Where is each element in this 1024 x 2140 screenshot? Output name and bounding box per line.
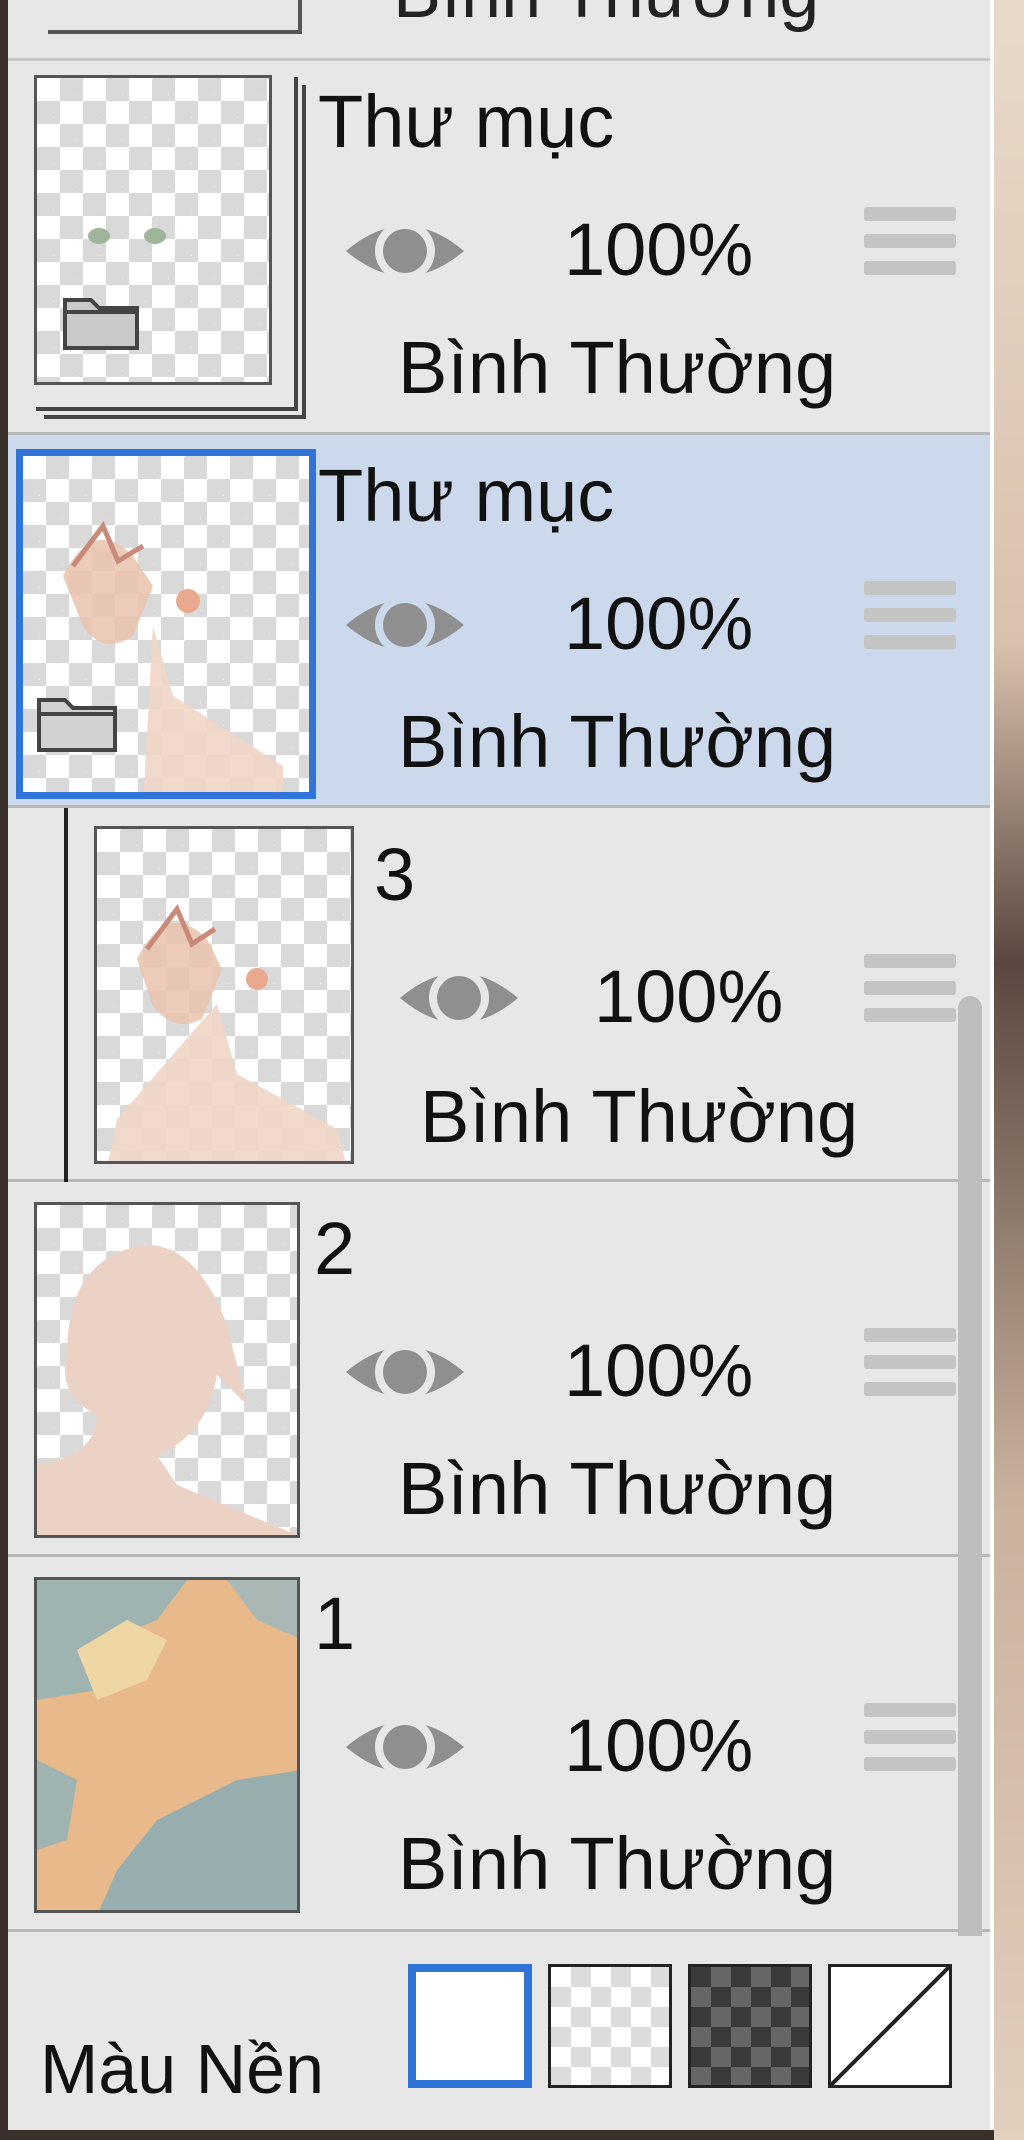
folder-icon xyxy=(37,698,117,752)
layer-row-partial[interactable]: Bình Thường xyxy=(8,0,990,61)
layer-name: 3 xyxy=(374,833,416,916)
layer-blend-mode[interactable]: Bình Thường xyxy=(398,705,836,779)
visibility-eye-icon[interactable] xyxy=(340,585,470,665)
layer-blend-mode[interactable]: Bình Thường xyxy=(398,331,836,405)
layer-row-3[interactable]: 3 100% Bình Thường xyxy=(8,808,990,1182)
layer-name: 1 xyxy=(314,1582,356,1665)
background-swatch-checker-light[interactable] xyxy=(548,1964,672,2088)
layer-thumbnail[interactable] xyxy=(34,1202,300,1538)
layer-row-folder-1[interactable]: Thư mục 100% Bình Thường xyxy=(8,61,990,435)
background-color-bar: Màu Nền xyxy=(8,1936,990,2130)
drag-handle-icon[interactable] xyxy=(864,207,956,275)
layer-blend-mode[interactable]: Bình Thường xyxy=(420,1080,858,1154)
layer-row-1[interactable]: 1 100% Bình Thường xyxy=(8,1557,990,1932)
visibility-eye-icon[interactable] xyxy=(340,211,470,291)
layer-thumbnail[interactable] xyxy=(34,75,272,385)
layer-name: 2 xyxy=(314,1207,356,1290)
layer-opacity[interactable]: 100% xyxy=(564,1334,753,1408)
layer-thumbnail[interactable] xyxy=(16,449,316,799)
layer-opacity[interactable]: 100% xyxy=(564,587,753,661)
layer-blend-mode[interactable]: Bình Thường xyxy=(398,1452,836,1526)
background-swatch-white[interactable] xyxy=(408,1964,532,2088)
folder-thumbnail-stack-partial xyxy=(48,0,302,34)
background-color-label: Màu Nền xyxy=(40,2030,325,2108)
background-swatch-transparent[interactable] xyxy=(828,1964,952,2088)
layer-opacity[interactable]: 100% xyxy=(564,213,753,287)
layer-opacity[interactable]: 100% xyxy=(564,1709,753,1783)
folder-child-indicator xyxy=(64,808,68,1182)
drag-handle-icon[interactable] xyxy=(864,1703,956,1771)
layer-opacity[interactable]: 100% xyxy=(594,960,783,1034)
layer-row-folder-2[interactable]: Thư mục 100% Bình Thường xyxy=(8,435,990,808)
visibility-eye-icon[interactable] xyxy=(394,958,524,1038)
visibility-eye-icon[interactable] xyxy=(340,1332,470,1412)
drag-handle-icon[interactable] xyxy=(864,1328,956,1396)
layer-blend-mode[interactable]: Bình Thường xyxy=(398,1827,836,1901)
layer-name: Thư mục xyxy=(318,454,615,537)
layer-panel: Bình Thường Thư mục 100% Bình Thường xyxy=(8,0,994,2130)
drag-handle-icon[interactable] xyxy=(864,581,956,649)
layer-thumbnail[interactable] xyxy=(34,1577,300,1913)
canvas-background-edge xyxy=(994,0,1024,2140)
layer-thumbnail[interactable] xyxy=(94,826,354,1164)
background-swatch-checker-dark[interactable] xyxy=(688,1964,812,2088)
visibility-eye-icon[interactable] xyxy=(340,1707,470,1787)
folder-icon xyxy=(63,298,139,350)
layer-row-2[interactable]: 2 100% Bình Thường xyxy=(8,1182,990,1557)
drag-handle-icon[interactable] xyxy=(864,954,956,1022)
layer-name: Thư mục xyxy=(318,80,615,163)
layer-blend-mode-partial: Bình Thường xyxy=(393,0,819,34)
